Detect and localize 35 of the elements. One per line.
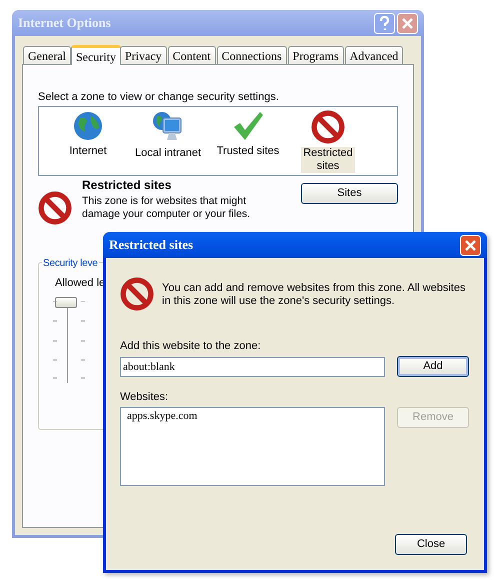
zone-description: This zone is for websites that might damage your computer or your files. [82, 195, 252, 221]
zone-label[interactable]: Local intranet [134, 147, 202, 160]
checkmark-icon [231, 110, 265, 142]
zone-heading: Restricted sites [82, 178, 172, 193]
tick-marks-icon [53, 301, 85, 379]
instruction-text: Select a zone to view or change security settings. [38, 91, 280, 104]
tab[interactable]: Content [168, 46, 216, 64]
tab[interactable]: Security [70, 45, 121, 65]
group-label: Security leve [42, 256, 99, 271]
zone-label[interactable]: Internet [68, 145, 108, 158]
window-title: Internet Options [18, 14, 112, 32]
list-label: Websites: [120, 391, 170, 404]
tab[interactable]: Programs [288, 46, 344, 64]
tab[interactable]: Privacy [120, 46, 167, 64]
no-entry-icon [120, 277, 154, 311]
add-button[interactable]: Add [397, 356, 469, 377]
dialog-title: Restricted sites [109, 236, 194, 254]
field-label: Add this website to the zone: [120, 340, 262, 353]
website-item[interactable]: apps.skype.com [127, 409, 378, 423]
tab[interactable]: Connections [216, 46, 287, 64]
help-icon[interactable] [374, 12, 395, 34]
no-entry-icon [311, 110, 345, 144]
close-icon[interactable] [460, 234, 481, 256]
tab[interactable]: General [23, 46, 71, 64]
close-icon[interactable] [397, 12, 418, 34]
zone-label[interactable]: Trusted sites [216, 145, 280, 158]
no-entry-icon [38, 191, 72, 225]
tab[interactable]: Advanced [344, 46, 404, 64]
zone-label[interactable]: Restricted sites [301, 147, 355, 173]
website-field[interactable]: about:blank [120, 356, 385, 376]
globe-icon [72, 110, 104, 142]
dialog-message: You can add and remove websites from this zone. All websites in this zone will use the zone's security settings. [162, 281, 466, 308]
slider-thumb[interactable] [55, 297, 77, 308]
sites-button[interactable]: Sites [301, 183, 398, 204]
close-button[interactable]: Close [395, 534, 467, 555]
